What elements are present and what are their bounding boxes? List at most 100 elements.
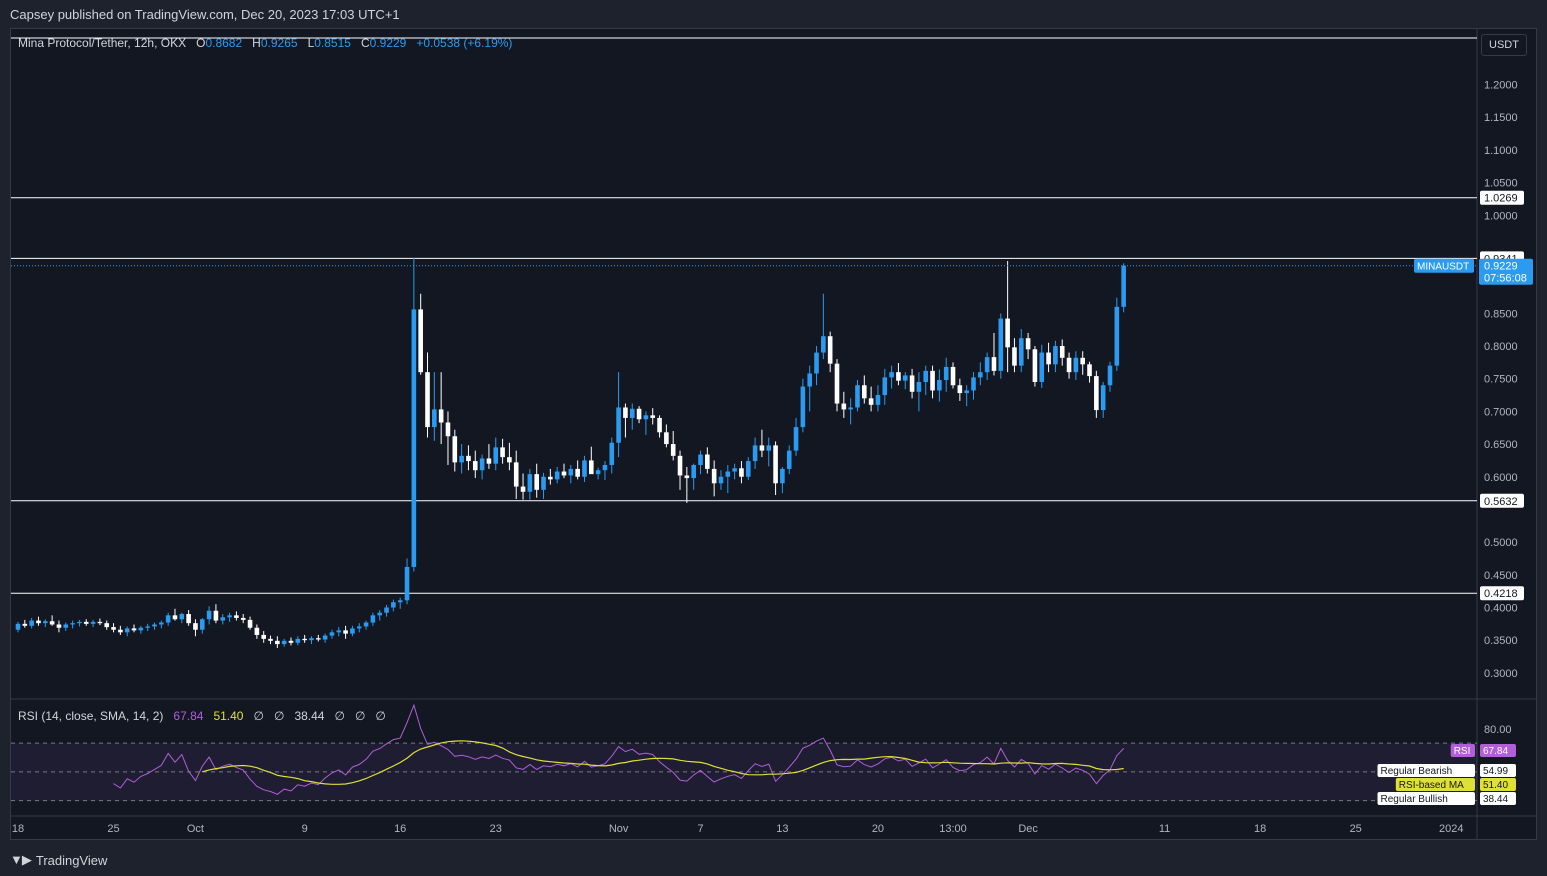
candle-body bbox=[984, 357, 990, 373]
candle-body bbox=[732, 468, 737, 472]
price-tick-label: 0.6500 bbox=[1484, 439, 1518, 451]
time-tick-label: 13 bbox=[776, 823, 788, 835]
candle-body bbox=[500, 447, 505, 458]
rsi-value-label: 54.99 bbox=[1483, 766, 1508, 777]
currency-button[interactable]: USDT bbox=[1481, 34, 1527, 56]
time-tick-label: 13:00 bbox=[939, 823, 967, 835]
candle-body bbox=[623, 407, 628, 418]
candle-body bbox=[288, 640, 294, 643]
price-tick-label: 0.8000 bbox=[1484, 341, 1518, 353]
candle-body bbox=[124, 628, 130, 633]
rsi-legend-na5: ∅ bbox=[375, 709, 386, 723]
time-tick-label: 2024 bbox=[1439, 823, 1463, 835]
symbol-legend: Mina Protocol/Tether, 12h, OKX O0.8682 H… bbox=[18, 36, 512, 50]
candle-body bbox=[1121, 265, 1126, 307]
rsi-legend-div: 38.44 bbox=[294, 709, 325, 723]
candle-body bbox=[49, 621, 55, 625]
price-tick-label: 0.4000 bbox=[1484, 602, 1518, 614]
candle-body bbox=[896, 372, 901, 381]
candle-body bbox=[821, 336, 826, 353]
candle-body bbox=[786, 450, 792, 469]
candle-body bbox=[275, 640, 280, 645]
candle-body bbox=[261, 634, 266, 639]
rsi-label-text: Regular Bearish bbox=[1381, 766, 1453, 777]
candle-body bbox=[1039, 352, 1045, 382]
level-price-label: 1.0269 bbox=[1484, 193, 1518, 205]
candle-body bbox=[609, 442, 615, 465]
candle-body bbox=[1059, 346, 1065, 358]
candle-body bbox=[923, 370, 929, 382]
candle-body bbox=[937, 380, 942, 391]
candle-body bbox=[902, 375, 908, 381]
candle-body bbox=[582, 460, 587, 477]
price-tick-label: 1.1500 bbox=[1484, 112, 1518, 124]
time-tick-label: 16 bbox=[394, 823, 406, 835]
rsi-legend-na4: ∅ bbox=[354, 709, 366, 723]
candle-body bbox=[759, 445, 765, 451]
chart-canvas[interactable]: 1.25001.20001.15001.10001.05001.00000.85… bbox=[0, 0, 1547, 876]
time-tick-label: Nov bbox=[609, 823, 629, 835]
candle-body bbox=[83, 621, 89, 624]
candle-body bbox=[322, 635, 328, 640]
candle-body bbox=[752, 445, 758, 462]
candle-body bbox=[568, 468, 574, 476]
candle-body bbox=[247, 619, 253, 628]
candle-body bbox=[705, 454, 710, 469]
candle-body bbox=[159, 622, 164, 625]
legend-change: +0.0538 (+6.19%) bbox=[416, 36, 513, 50]
candle-body bbox=[1018, 338, 1024, 366]
candle-body bbox=[534, 474, 539, 490]
candle-body bbox=[199, 619, 205, 630]
candle-body bbox=[145, 626, 150, 628]
candle-body bbox=[950, 366, 956, 386]
candle-body bbox=[77, 621, 82, 624]
candle-body bbox=[1094, 376, 1099, 411]
candle-body bbox=[841, 403, 847, 410]
candle-body bbox=[561, 471, 567, 476]
candle-body bbox=[343, 630, 348, 634]
candle-body bbox=[227, 615, 232, 618]
candle-body bbox=[541, 476, 546, 490]
time-tick-label: 18 bbox=[1254, 823, 1266, 835]
candle-body bbox=[1114, 306, 1120, 366]
candle-body bbox=[213, 610, 219, 621]
level-price-label: 0.5632 bbox=[1484, 496, 1518, 508]
candle-body bbox=[554, 471, 560, 480]
candle-body bbox=[445, 422, 451, 437]
candle-body bbox=[438, 409, 444, 423]
candle-body bbox=[930, 370, 935, 391]
candle-body bbox=[1012, 347, 1017, 366]
candle-body bbox=[629, 408, 635, 418]
candle-body bbox=[425, 372, 430, 428]
candle-body bbox=[916, 381, 922, 392]
tradingview-logo[interactable]: ▼▶ TradingView bbox=[10, 852, 107, 868]
candle-body bbox=[152, 624, 157, 627]
candle-body bbox=[486, 458, 492, 464]
candle-body bbox=[336, 630, 342, 633]
candle-body bbox=[657, 417, 662, 433]
legend-title: Mina Protocol/Tether, 12h, OKX bbox=[18, 36, 187, 50]
candle-body bbox=[220, 617, 226, 621]
candle-body bbox=[800, 386, 806, 428]
candle-body bbox=[875, 395, 881, 405]
candle-body bbox=[766, 445, 772, 451]
candle-body bbox=[527, 474, 533, 492]
legend-low: 0.8515 bbox=[314, 36, 351, 50]
candle-body bbox=[643, 415, 649, 420]
candle-body bbox=[302, 638, 307, 641]
price-tick-label: 0.3000 bbox=[1484, 668, 1518, 680]
price-tick-label: 0.6000 bbox=[1484, 472, 1518, 484]
time-tick-label: 20 bbox=[872, 823, 884, 835]
candle-body bbox=[295, 638, 301, 643]
tradingview-logo-icon: ▼▶ bbox=[10, 852, 32, 867]
candle-body bbox=[418, 309, 423, 373]
time-tick-label: 18 bbox=[12, 823, 24, 835]
candle-body bbox=[309, 638, 314, 641]
price-tick-label: 0.7000 bbox=[1484, 406, 1518, 418]
candle-body bbox=[1066, 357, 1072, 373]
candle-body bbox=[397, 600, 403, 603]
candle-body bbox=[711, 468, 717, 484]
candle-body bbox=[868, 398, 874, 405]
candle-body bbox=[404, 566, 410, 601]
level-price-label: 0.4218 bbox=[1484, 588, 1518, 600]
